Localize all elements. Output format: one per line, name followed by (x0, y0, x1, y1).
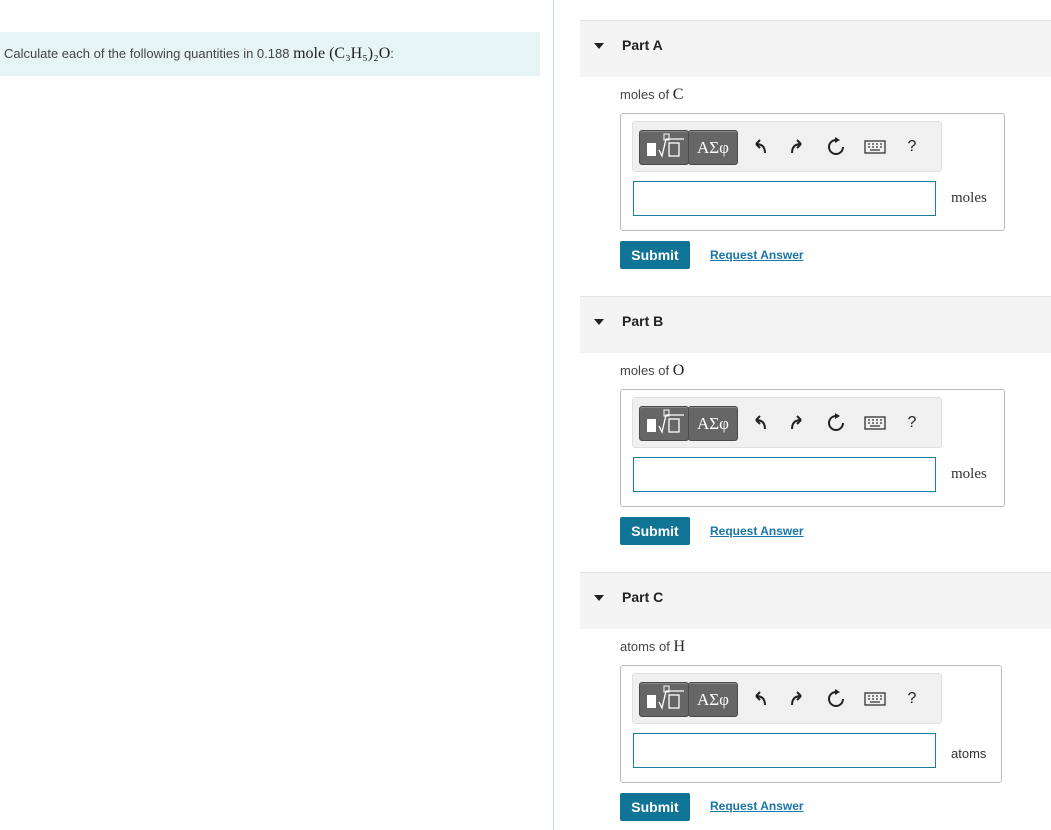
unit-label: moles (951, 190, 987, 206)
question-banner: Calculate each of the following quantiti… (0, 32, 540, 76)
prompt-symbol: C (672, 86, 684, 103)
templates-icon (647, 685, 684, 710)
collapse-caret-icon[interactable] (594, 319, 604, 325)
math-toolbar: ΑΣφ ? (632, 397, 942, 448)
templates-button[interactable] (639, 130, 689, 165)
question-prefix: Calculate each of the following quantiti… (4, 46, 294, 61)
reset-icon[interactable] (825, 688, 847, 710)
part-prompt: moles of C (620, 86, 683, 104)
greek-symbols-button[interactable]: ΑΣφ (688, 682, 738, 717)
math-toolbar: ΑΣφ ? (632, 673, 942, 724)
keyboard-icon[interactable] (864, 136, 886, 158)
templates-icon (647, 409, 684, 434)
request-answer-link[interactable]: Request Answer (710, 248, 804, 262)
prompt-symbol: O (672, 362, 685, 379)
request-answer-link[interactable]: Request Answer (710, 524, 804, 538)
answer-box: ΑΣφ ? moles (620, 389, 1005, 507)
answer-box: ΑΣφ ? moles (620, 113, 1005, 231)
submit-button[interactable]: Submit (620, 517, 690, 545)
problem-column: Calculate each of the following quantiti… (0, 0, 554, 830)
answer-input[interactable] (633, 181, 936, 216)
help-icon[interactable]: ? (901, 136, 923, 158)
part-title: Part B (622, 313, 664, 329)
collapse-caret-icon[interactable] (594, 595, 604, 601)
help-icon[interactable]: ? (901, 688, 923, 710)
part-title: Part C (622, 589, 664, 605)
part-c-header[interactable]: Part C (580, 572, 1051, 629)
answer-input[interactable] (633, 457, 936, 492)
keyboard-icon[interactable] (864, 412, 886, 434)
templates-button[interactable] (639, 406, 689, 441)
undo-icon[interactable] (749, 688, 771, 710)
request-answer-link[interactable]: Request Answer (710, 799, 804, 813)
collapse-caret-icon[interactable] (594, 43, 604, 49)
keyboard-icon[interactable] (864, 688, 886, 710)
prompt-symbol: H (673, 638, 686, 655)
part-prompt: atoms of H (620, 638, 685, 656)
templates-button[interactable] (639, 682, 689, 717)
templates-icon (647, 133, 684, 158)
part-title: Part A (622, 37, 663, 53)
question-suffix: : (390, 46, 394, 61)
answer-input[interactable] (633, 733, 936, 768)
undo-icon[interactable] (749, 412, 771, 434)
prompt-text: moles of (620, 87, 673, 102)
redo-icon[interactable] (786, 688, 808, 710)
redo-icon[interactable] (786, 136, 808, 158)
question-text: Calculate each of the following quantiti… (4, 45, 394, 63)
greek-symbols-button[interactable]: ΑΣφ (688, 406, 738, 441)
answer-box: ΑΣφ ? atoms (620, 665, 1002, 783)
redo-icon[interactable] (786, 412, 808, 434)
greek-symbols-button[interactable]: ΑΣφ (688, 130, 738, 165)
submit-button[interactable]: Submit (620, 241, 690, 269)
part-prompt: moles of O (620, 362, 684, 380)
help-icon[interactable]: ? (901, 412, 923, 434)
question-formula: mole (C₃H₅)₂O (293, 45, 391, 62)
answer-column: Part A moles of C ΑΣφ ? moles Submit Req… (580, 0, 1051, 830)
part-b-header[interactable]: Part B (580, 296, 1051, 353)
submit-button[interactable]: Submit (620, 793, 690, 821)
reset-icon[interactable] (825, 412, 847, 434)
part-a-header[interactable]: Part A (580, 20, 1051, 77)
undo-icon[interactable] (749, 136, 771, 158)
prompt-text: atoms of (620, 639, 674, 654)
math-toolbar: ΑΣφ ? (632, 121, 942, 172)
reset-icon[interactable] (825, 136, 847, 158)
unit-label: atoms (951, 746, 987, 761)
prompt-text: moles of (620, 363, 673, 378)
unit-label: moles (951, 466, 987, 482)
